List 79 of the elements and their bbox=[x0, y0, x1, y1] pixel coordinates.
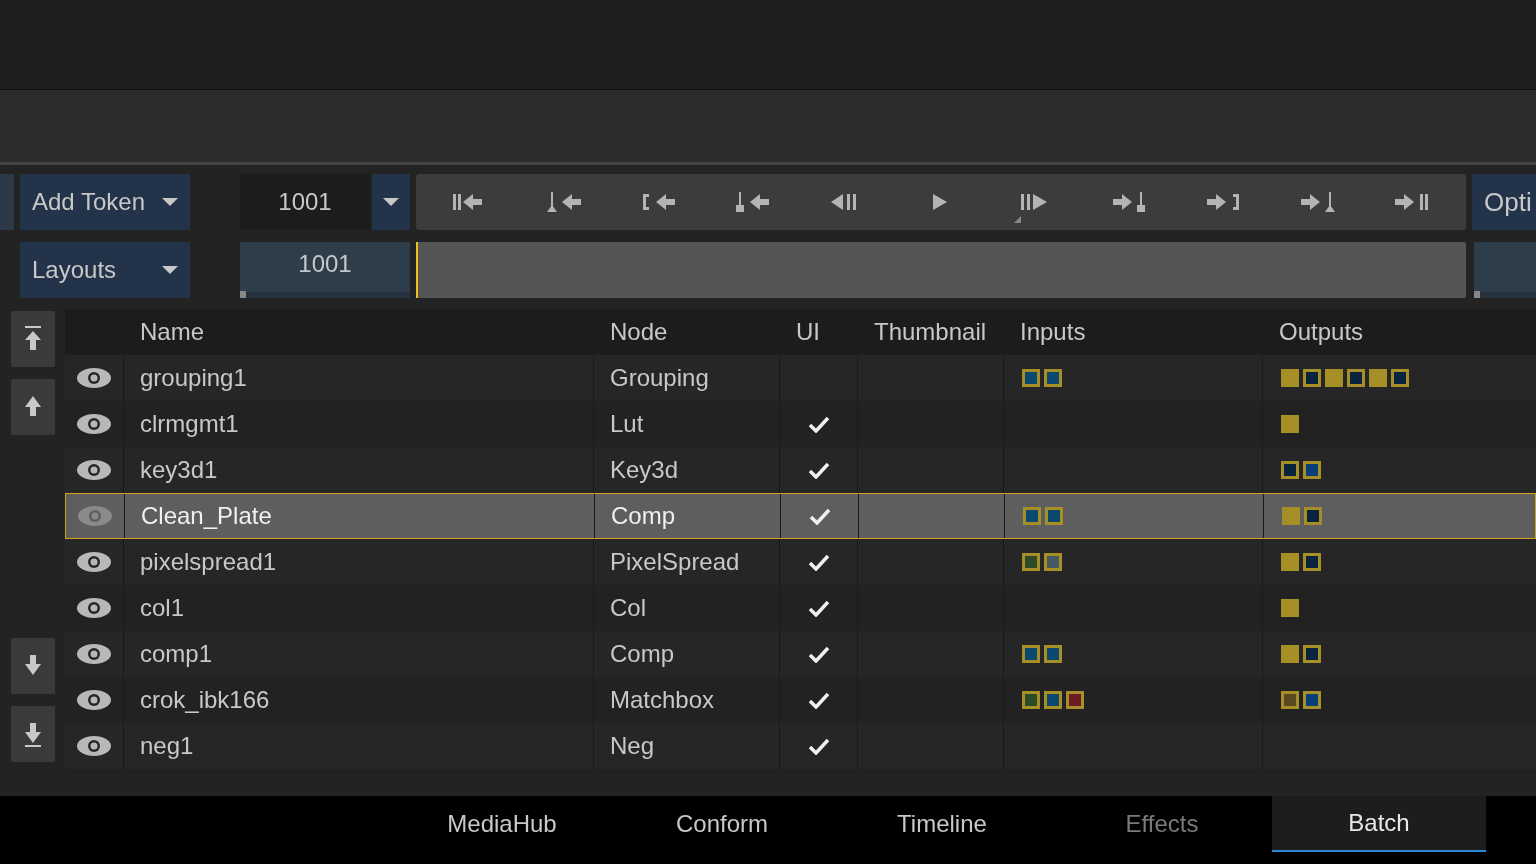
table-row[interactable]: key3d1 Key3d bbox=[65, 447, 1536, 493]
caret-icon bbox=[383, 198, 399, 206]
scroll-down-button[interactable] bbox=[10, 638, 55, 694]
eye-icon[interactable] bbox=[76, 551, 112, 573]
column-header[interactable]: Name bbox=[123, 309, 593, 355]
port-square[interactable] bbox=[1281, 691, 1299, 709]
table-cell: Neg bbox=[610, 732, 655, 760]
port-square[interactable] bbox=[1044, 369, 1062, 387]
column-header[interactable]: Thumbnail bbox=[857, 309, 1003, 355]
port-square[interactable] bbox=[1281, 461, 1299, 479]
caret-icon bbox=[162, 198, 178, 206]
port-square[interactable] bbox=[1303, 553, 1321, 571]
frame-field[interactable] bbox=[1474, 242, 1536, 298]
port-square[interactable] bbox=[1303, 461, 1321, 479]
column-header[interactable]: Node bbox=[593, 309, 779, 355]
corner-triangle-icon bbox=[1014, 216, 1021, 223]
current-frame-field[interactable]: 1001 bbox=[240, 242, 410, 298]
port-square[interactable] bbox=[1045, 507, 1063, 525]
table-cell: Lut bbox=[610, 410, 644, 438]
column-header[interactable]: UI bbox=[779, 309, 857, 355]
add-token-dropdown[interactable]: Add Token bbox=[20, 174, 190, 230]
table-cell: PixelSpread bbox=[610, 548, 740, 576]
port-square[interactable] bbox=[1022, 645, 1040, 663]
table-cell: Col bbox=[610, 594, 646, 622]
table-cell: Key3d bbox=[610, 456, 679, 484]
eye-icon[interactable] bbox=[76, 689, 112, 711]
bar-down-arrow-icon bbox=[22, 721, 43, 747]
port-square[interactable] bbox=[1066, 691, 1084, 709]
range-marker bbox=[1474, 291, 1480, 298]
table-row[interactable]: Clean_Plate Comp bbox=[65, 493, 1536, 539]
table-row[interactable]: neg1 Neg bbox=[65, 723, 1536, 769]
tab[interactable]: Batch bbox=[1272, 796, 1486, 852]
table-cell: pixelspread1 bbox=[140, 548, 277, 576]
table-row[interactable]: grouping1 Grouping bbox=[65, 355, 1536, 401]
column-header[interactable]: Inputs bbox=[1003, 309, 1262, 355]
port-square[interactable] bbox=[1303, 369, 1321, 387]
scroll-up-button[interactable] bbox=[10, 379, 55, 435]
table-cell: Comp bbox=[610, 640, 675, 668]
table-cell: neg1 bbox=[140, 732, 194, 760]
port-square[interactable] bbox=[1044, 645, 1062, 663]
port-square[interactable] bbox=[1347, 369, 1365, 387]
port-square[interactable] bbox=[1303, 645, 1321, 663]
table-cell: key3d1 bbox=[140, 456, 218, 484]
frame-field[interactable]: 1001 bbox=[240, 174, 370, 230]
eye-icon[interactable] bbox=[76, 459, 112, 481]
range-marker bbox=[240, 291, 246, 298]
layouts-dropdown[interactable]: Layouts bbox=[20, 242, 190, 298]
port-square[interactable] bbox=[1304, 507, 1322, 525]
frame-dropdown-button[interactable] bbox=[372, 174, 410, 230]
port-square[interactable] bbox=[1022, 691, 1040, 709]
eye-icon[interactable] bbox=[76, 735, 112, 757]
port-square[interactable] bbox=[1391, 369, 1409, 387]
scroll-bottom-button[interactable] bbox=[10, 706, 55, 762]
column-header[interactable]: Outputs bbox=[1262, 309, 1536, 355]
table-cell: comp1 bbox=[140, 640, 213, 668]
port-square[interactable] bbox=[1022, 369, 1040, 387]
table-cell: crok_ibk166 bbox=[140, 686, 270, 714]
table-cell: Grouping bbox=[610, 364, 709, 392]
options-button[interactable]: Opti bbox=[1472, 174, 1536, 230]
table-cell: grouping1 bbox=[140, 364, 247, 392]
scroll-top-button[interactable] bbox=[10, 311, 55, 367]
port-square[interactable] bbox=[1022, 553, 1040, 571]
port-square[interactable] bbox=[1044, 691, 1062, 709]
caret-icon bbox=[162, 266, 178, 274]
port-square[interactable] bbox=[1023, 507, 1041, 525]
table-cell: Comp bbox=[611, 502, 676, 530]
eye-icon[interactable] bbox=[76, 413, 112, 435]
eye-icon[interactable] bbox=[76, 367, 112, 389]
table-cell: clrmgmt1 bbox=[140, 410, 239, 438]
table-cell: Matchbox bbox=[610, 686, 715, 714]
port-square[interactable] bbox=[1303, 691, 1321, 709]
eye-icon[interactable] bbox=[76, 597, 112, 619]
bar-up-arrow-icon bbox=[22, 326, 43, 352]
table-row[interactable]: pixelspread1 PixelSpread bbox=[65, 539, 1536, 585]
table-cell: Clean_Plate bbox=[141, 502, 272, 530]
table-cell: col1 bbox=[140, 594, 185, 622]
table-row[interactable]: comp1 Comp bbox=[65, 631, 1536, 677]
panel-edge bbox=[0, 174, 14, 230]
eye-icon[interactable] bbox=[76, 643, 112, 665]
